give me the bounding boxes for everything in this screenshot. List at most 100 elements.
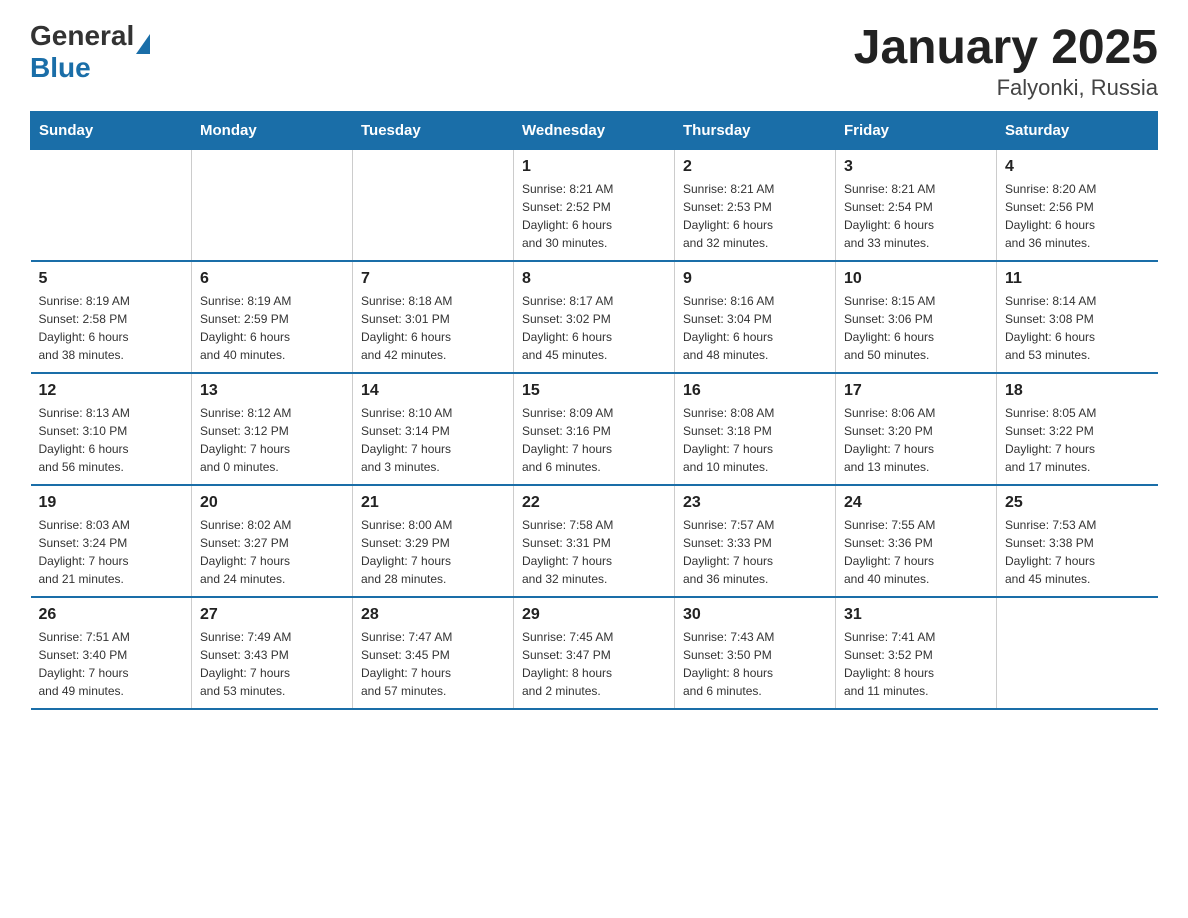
calendar-cell: 6 Sunrise: 8:19 AM Sunset: 2:59 PM Daylig… xyxy=(192,261,353,373)
calendar-cell: 8Sunrise: 8:17 AM Sunset: 3:02 PM Daylig… xyxy=(514,261,675,373)
day-number: 17 xyxy=(844,382,988,400)
day-number: 16 xyxy=(683,382,827,400)
day-info: Sunrise: 8:03 AM Sunset: 3:24 PM Dayligh… xyxy=(39,516,184,588)
day-info: Sunrise: 8:13 AM Sunset: 3:10 PM Dayligh… xyxy=(39,404,184,476)
day-info: Sunrise: 8:08 AM Sunset: 3:18 PM Dayligh… xyxy=(683,404,827,476)
day-number: 29 xyxy=(522,606,666,624)
day-info: Sunrise: 8:02 AM Sunset: 3:27 PM Dayligh… xyxy=(200,516,344,588)
day-number: 27 xyxy=(200,606,344,624)
calendar-cell: 5 Sunrise: 8:19 AM Sunset: 2:58 PM Daylig… xyxy=(31,261,192,373)
calendar-table: SundayMondayTuesdayWednesdayThursdayFrid… xyxy=(30,111,1158,710)
logo-blue-text: Blue xyxy=(30,52,150,84)
calendar-cell: 1Sunrise: 8:21 AM Sunset: 2:52 PM Daylig… xyxy=(514,150,675,262)
calendar-week-5: 26Sunrise: 7:51 AM Sunset: 3:40 PM Dayli… xyxy=(31,597,1158,709)
calendar-cell: 21 Sunrise: 8:00 AM Sunset: 3:29 PM Dayli… xyxy=(353,485,514,597)
logo: General Blue xyxy=(30,20,150,84)
calendar-week-3: 12 Sunrise: 8:13 AM Sunset: 3:10 PM Dayli… xyxy=(31,373,1158,485)
calendar-cell: 31Sunrise: 7:41 AM Sunset: 3:52 PM Dayli… xyxy=(836,597,997,709)
title-block: January 2025 Falyonki, Russia xyxy=(854,20,1158,101)
calendar-cell: 3 Sunrise: 8:21 AM Sunset: 2:54 PM Daylig… xyxy=(836,150,997,262)
day-number: 24 xyxy=(844,494,988,512)
calendar-cell: 24 Sunrise: 7:55 AM Sunset: 3:36 PM Dayli… xyxy=(836,485,997,597)
day-info: Sunrise: 7:58 AM Sunset: 3:31 PM Dayligh… xyxy=(522,516,666,588)
day-number: 21 xyxy=(361,494,505,512)
calendar-cell: 23 Sunrise: 7:57 AM Sunset: 3:33 PM Dayli… xyxy=(675,485,836,597)
day-number: 26 xyxy=(39,606,184,624)
header-thursday: Thursday xyxy=(675,112,836,150)
calendar-cell: 14 Sunrise: 8:10 AM Sunset: 3:14 PM Dayli… xyxy=(353,373,514,485)
calendar-cell: 19 Sunrise: 8:03 AM Sunset: 3:24 PM Dayli… xyxy=(31,485,192,597)
day-number: 11 xyxy=(1005,270,1150,288)
day-number: 4 xyxy=(1005,158,1150,176)
day-info: Sunrise: 8:06 AM Sunset: 3:20 PM Dayligh… xyxy=(844,404,988,476)
day-number: 22 xyxy=(522,494,666,512)
day-info: Sunrise: 8:10 AM Sunset: 3:14 PM Dayligh… xyxy=(361,404,505,476)
calendar-header-row: SundayMondayTuesdayWednesdayThursdayFrid… xyxy=(31,112,1158,150)
day-info: Sunrise: 7:55 AM Sunset: 3:36 PM Dayligh… xyxy=(844,516,988,588)
day-number: 13 xyxy=(200,382,344,400)
calendar-cell: 22 Sunrise: 7:58 AM Sunset: 3:31 PM Dayli… xyxy=(514,485,675,597)
header-tuesday: Tuesday xyxy=(353,112,514,150)
day-number: 7 xyxy=(361,270,505,288)
calendar-subtitle: Falyonki, Russia xyxy=(854,75,1158,101)
logo-general-text: General xyxy=(30,20,134,52)
day-info: Sunrise: 7:57 AM Sunset: 3:33 PM Dayligh… xyxy=(683,516,827,588)
day-number: 19 xyxy=(39,494,184,512)
day-info: Sunrise: 8:20 AM Sunset: 2:56 PM Dayligh… xyxy=(1005,180,1150,252)
day-info: Sunrise: 8:21 AM Sunset: 2:54 PM Dayligh… xyxy=(844,180,988,252)
day-info: Sunrise: 8:19 AM Sunset: 2:59 PM Dayligh… xyxy=(200,292,344,364)
calendar-cell: 7 Sunrise: 8:18 AM Sunset: 3:01 PM Daylig… xyxy=(353,261,514,373)
day-number: 23 xyxy=(683,494,827,512)
day-info: Sunrise: 8:15 AM Sunset: 3:06 PM Dayligh… xyxy=(844,292,988,364)
day-number: 10 xyxy=(844,270,988,288)
calendar-cell: 2Sunrise: 8:21 AM Sunset: 2:53 PM Daylig… xyxy=(675,150,836,262)
calendar-cell: 28 Sunrise: 7:47 AM Sunset: 3:45 PM Dayli… xyxy=(353,597,514,709)
calendar-cell: 29Sunrise: 7:45 AM Sunset: 3:47 PM Dayli… xyxy=(514,597,675,709)
calendar-cell: 20 Sunrise: 8:02 AM Sunset: 3:27 PM Dayli… xyxy=(192,485,353,597)
day-info: Sunrise: 7:53 AM Sunset: 3:38 PM Dayligh… xyxy=(1005,516,1150,588)
day-number: 6 xyxy=(200,270,344,288)
day-info: Sunrise: 8:14 AM Sunset: 3:08 PM Dayligh… xyxy=(1005,292,1150,364)
page-header: General Blue January 2025 Falyonki, Russ… xyxy=(30,20,1158,101)
calendar-cell xyxy=(192,150,353,262)
day-info: Sunrise: 8:00 AM Sunset: 3:29 PM Dayligh… xyxy=(361,516,505,588)
day-number: 2 xyxy=(683,158,827,176)
day-number: 9 xyxy=(683,270,827,288)
calendar-cell: 27Sunrise: 7:49 AM Sunset: 3:43 PM Dayli… xyxy=(192,597,353,709)
calendar-cell: 30Sunrise: 7:43 AM Sunset: 3:50 PM Dayli… xyxy=(675,597,836,709)
header-saturday: Saturday xyxy=(997,112,1158,150)
day-number: 5 xyxy=(39,270,184,288)
day-info: Sunrise: 7:47 AM Sunset: 3:45 PM Dayligh… xyxy=(361,628,505,700)
day-info: Sunrise: 8:18 AM Sunset: 3:01 PM Dayligh… xyxy=(361,292,505,364)
day-number: 8 xyxy=(522,270,666,288)
day-number: 12 xyxy=(39,382,184,400)
calendar-cell: 4 Sunrise: 8:20 AM Sunset: 2:56 PM Daylig… xyxy=(997,150,1158,262)
calendar-cell: 18Sunrise: 8:05 AM Sunset: 3:22 PM Dayli… xyxy=(997,373,1158,485)
calendar-week-4: 19 Sunrise: 8:03 AM Sunset: 3:24 PM Dayli… xyxy=(31,485,1158,597)
day-info: Sunrise: 8:19 AM Sunset: 2:58 PM Dayligh… xyxy=(39,292,184,364)
day-number: 25 xyxy=(1005,494,1150,512)
day-number: 14 xyxy=(361,382,505,400)
calendar-cell: 26Sunrise: 7:51 AM Sunset: 3:40 PM Dayli… xyxy=(31,597,192,709)
calendar-cell: 25 Sunrise: 7:53 AM Sunset: 3:38 PM Dayli… xyxy=(997,485,1158,597)
calendar-cell: 10 Sunrise: 8:15 AM Sunset: 3:06 PM Dayli… xyxy=(836,261,997,373)
day-info: Sunrise: 8:05 AM Sunset: 3:22 PM Dayligh… xyxy=(1005,404,1150,476)
logo-triangle-icon xyxy=(136,34,150,54)
header-friday: Friday xyxy=(836,112,997,150)
calendar-cell xyxy=(31,150,192,262)
day-number: 28 xyxy=(361,606,505,624)
calendar-cell: 13Sunrise: 8:12 AM Sunset: 3:12 PM Dayli… xyxy=(192,373,353,485)
day-number: 20 xyxy=(200,494,344,512)
day-number: 3 xyxy=(844,158,988,176)
header-wednesday: Wednesday xyxy=(514,112,675,150)
day-info: Sunrise: 8:21 AM Sunset: 2:52 PM Dayligh… xyxy=(522,180,666,252)
calendar-cell: 9Sunrise: 8:16 AM Sunset: 3:04 PM Daylig… xyxy=(675,261,836,373)
day-info: Sunrise: 7:41 AM Sunset: 3:52 PM Dayligh… xyxy=(844,628,988,700)
calendar-cell: 12 Sunrise: 8:13 AM Sunset: 3:10 PM Dayli… xyxy=(31,373,192,485)
calendar-week-2: 5 Sunrise: 8:19 AM Sunset: 2:58 PM Daylig… xyxy=(31,261,1158,373)
calendar-title: January 2025 xyxy=(854,20,1158,75)
day-number: 15 xyxy=(522,382,666,400)
day-info: Sunrise: 8:09 AM Sunset: 3:16 PM Dayligh… xyxy=(522,404,666,476)
header-monday: Monday xyxy=(192,112,353,150)
day-number: 30 xyxy=(683,606,827,624)
